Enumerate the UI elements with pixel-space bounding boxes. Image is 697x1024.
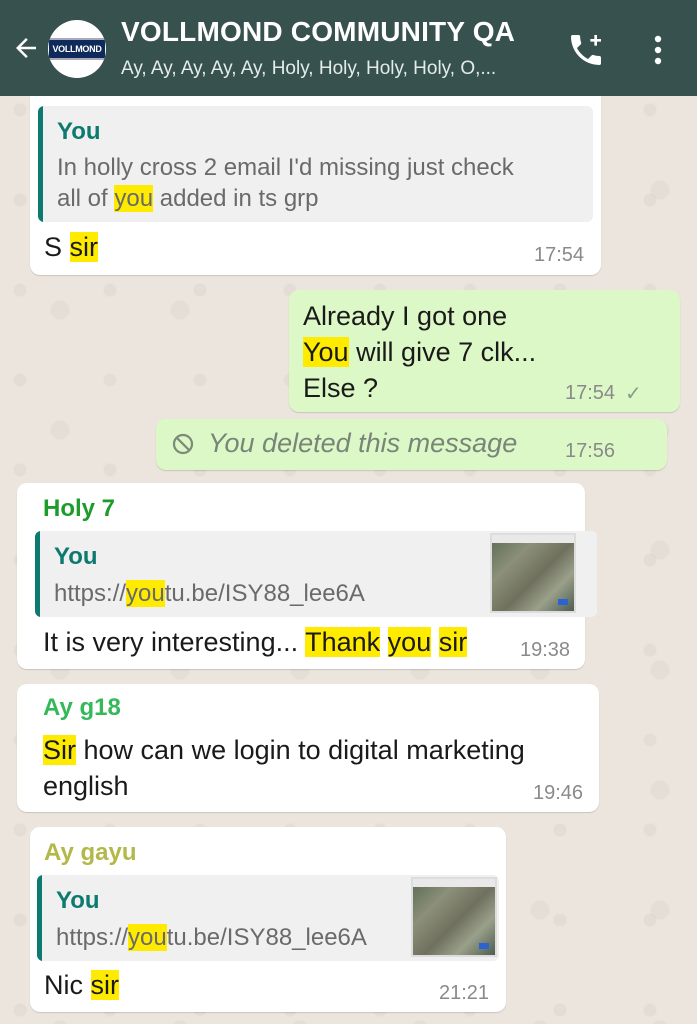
quote-link: https://youtu.be/ISY88_lee6A: [54, 580, 365, 607]
back-arrow-icon[interactable]: [8, 30, 44, 66]
search-highlight: you: [126, 580, 165, 607]
search-highlight: Sir: [43, 735, 76, 765]
message-text: english: [43, 771, 129, 801]
message-bubble[interactable]: You In holly cross 2 email I'd missing j…: [30, 84, 601, 275]
search-highlight: Thank: [305, 627, 381, 657]
more-options-icon[interactable]: [644, 32, 672, 68]
search-highlight: you: [114, 185, 154, 212]
message-text: You will give 7 clk...: [303, 337, 537, 367]
avatar-logo: VOLLMOND: [49, 38, 105, 60]
message-bubble[interactable]: Ay g18 Sir how can we login to digital m…: [17, 684, 599, 812]
message-text: Sir how can we login to digital marketin…: [43, 735, 525, 765]
search-highlight: sir: [438, 627, 468, 657]
message-time: 17:54: [534, 244, 585, 266]
link-thumbnail: [490, 533, 576, 613]
search-highlight: you: [387, 627, 432, 657]
quote-author: You: [56, 887, 100, 914]
search-highlight: You: [303, 337, 349, 367]
block-icon: [172, 433, 194, 455]
group-participants[interactable]: Ay, Ay, Ay, Ay, Ay, Holy, Holy, Holy, Ho…: [121, 58, 551, 80]
chat-header: VOLLMOND VOLLMOND COMMUNITY QA Ay, Ay, A…: [0, 0, 697, 96]
deleted-message-bubble[interactable]: You deleted this message 17:56: [156, 419, 667, 470]
search-highlight: you: [128, 924, 167, 951]
add-call-icon[interactable]: [566, 30, 606, 70]
quote-author: You: [54, 543, 98, 570]
message-text: Nic sir: [44, 970, 119, 1000]
message-time: 21:21: [439, 982, 490, 1004]
link-thumbnail: [411, 877, 497, 957]
quote-link: https://youtu.be/ISY88_lee6A: [56, 924, 367, 951]
group-title[interactable]: VOLLMOND COMMUNITY QA: [121, 16, 515, 48]
quote-bar: [35, 531, 40, 617]
message-bubble-outgoing[interactable]: Already I got one You will give 7 clk...…: [289, 290, 680, 412]
group-avatar[interactable]: VOLLMOND: [48, 20, 106, 78]
quote-bar: [37, 875, 42, 961]
message-text: Else ?: [303, 373, 379, 403]
quoted-message[interactable]: You https://youtu.be/ISY88_lee6A: [37, 875, 499, 961]
quote-text: In holly cross 2 email I'd missing just …: [57, 154, 514, 212]
search-highlight: sir: [69, 232, 99, 262]
quote-author: You: [57, 118, 101, 145]
sent-check-icon: ✓: [625, 383, 642, 405]
sender-name[interactable]: Holy 7: [43, 495, 115, 523]
message-time: 17:56: [565, 440, 616, 462]
sender-name[interactable]: Ay g18: [43, 694, 121, 722]
message-bubble[interactable]: Ay gayu You https://youtu.be/ISY88_lee6A…: [30, 827, 506, 1012]
message-bubble[interactable]: Holy 7 You https://youtu.be/ISY88_lee6A …: [17, 483, 597, 669]
message-text: It is very interesting... Thank you sir: [43, 627, 468, 657]
deleted-message-text: You deleted this message: [208, 428, 518, 458]
message-text: Already I got one: [303, 301, 508, 331]
quoted-message[interactable]: You https://youtu.be/ISY88_lee6A: [35, 531, 597, 617]
message-time: 17:54: [565, 382, 616, 404]
search-highlight: sir: [90, 970, 119, 1000]
quoted-message[interactable]: You In holly cross 2 email I'd missing j…: [38, 106, 593, 222]
message-time: 19:46: [533, 782, 584, 804]
sender-name[interactable]: Ay gayu: [44, 839, 136, 867]
quote-bar: [38, 106, 43, 222]
message-text: S sir: [44, 232, 99, 262]
message-time: 19:38: [520, 639, 571, 661]
